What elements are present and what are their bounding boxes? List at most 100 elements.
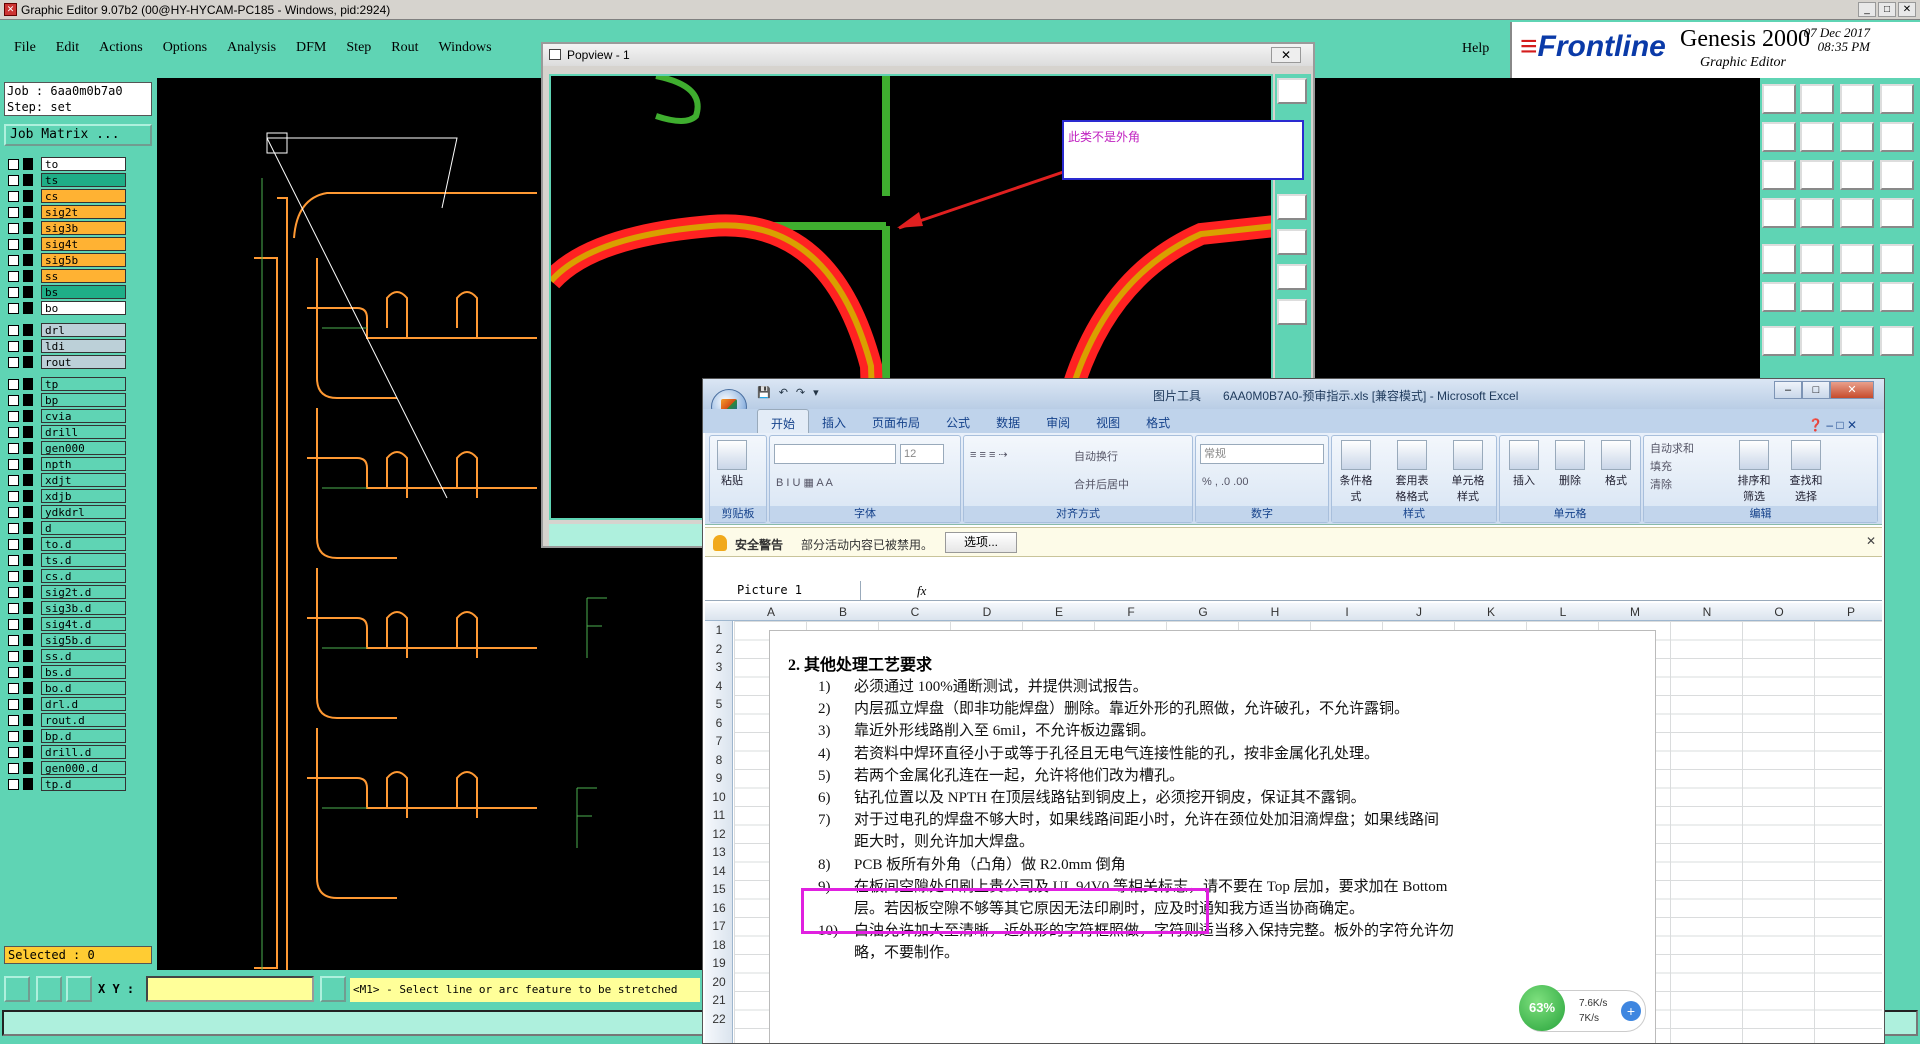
layer-checkbox[interactable]	[8, 666, 19, 678]
menu-analysis[interactable]: Analysis	[227, 40, 276, 56]
row-header[interactable]: 12	[705, 827, 733, 841]
conditional-format-button[interactable]: 条件格式	[1336, 440, 1376, 504]
row-header[interactable]: 5	[705, 697, 733, 711]
save-icon[interactable]: 💾	[757, 386, 771, 399]
layer-checkbox[interactable]	[8, 602, 19, 614]
layer-checkbox[interactable]	[8, 586, 19, 598]
xy-input[interactable]	[146, 976, 314, 1002]
security-close-icon[interactable]: ✕	[1866, 534, 1876, 548]
row-header[interactable]: 3	[705, 660, 733, 674]
row-header[interactable]: 4	[705, 679, 733, 693]
info-icon[interactable]	[320, 976, 346, 1002]
layer-row[interactable]: to.d	[4, 536, 126, 552]
tool-icon[interactable]	[1762, 198, 1796, 228]
tool-icon[interactable]	[1800, 198, 1834, 228]
column-header[interactable]: M	[1599, 605, 1671, 619]
angle-icon[interactable]	[36, 976, 62, 1002]
layer-checkbox[interactable]	[8, 506, 19, 518]
format-button[interactable]: 格式	[1596, 440, 1636, 488]
column-header[interactable]: N	[1671, 605, 1743, 619]
layer-row[interactable]: sig5b.d	[4, 632, 126, 648]
font-size-field[interactable]: 12	[900, 444, 944, 464]
excel-close-button[interactable]: ✕	[1830, 381, 1874, 399]
layer-row[interactable]: sig5b	[4, 252, 126, 268]
wrap-text-button[interactable]: 自动换行	[1074, 448, 1118, 464]
layer-row[interactable]: bs	[4, 284, 126, 300]
column-header[interactable]: G	[1167, 605, 1239, 619]
popview-tool-icon[interactable]	[1277, 299, 1307, 325]
tool-icon[interactable]	[1800, 282, 1834, 312]
tab-view[interactable]: 视图	[1083, 409, 1133, 433]
layer-checkbox[interactable]	[8, 302, 19, 314]
layer-checkbox[interactable]	[8, 474, 19, 486]
column-header[interactable]: B	[807, 605, 879, 619]
layer-checkbox[interactable]	[8, 174, 19, 186]
layer-row[interactable]: drl.d	[4, 696, 126, 712]
excel-minimize-button[interactable]: –	[1774, 381, 1802, 399]
layer-checkbox[interactable]	[8, 158, 19, 170]
tool-icon[interactable]	[1880, 84, 1914, 114]
tool-icon[interactable]	[1762, 84, 1796, 114]
layer-row[interactable]: sig2t.d	[4, 584, 126, 600]
merge-center-button[interactable]: 合并后居中	[1074, 476, 1129, 492]
tool-icon[interactable]	[1840, 84, 1874, 114]
row-header[interactable]: 13	[705, 845, 733, 859]
layer-row[interactable]: npth	[4, 456, 126, 472]
tab-review[interactable]: 审阅	[1033, 409, 1083, 433]
layer-row[interactable]: bo	[4, 300, 126, 316]
layer-checkbox[interactable]	[8, 238, 19, 250]
tool-icon[interactable]	[1840, 122, 1874, 152]
tool-icon[interactable]	[1880, 326, 1914, 356]
layer-checkbox[interactable]	[8, 554, 19, 566]
grid-icon[interactable]	[66, 976, 92, 1002]
popview-tool-icon[interactable]	[1277, 229, 1307, 255]
layer-checkbox[interactable]	[8, 618, 19, 630]
layer-row[interactable]: cs	[4, 188, 126, 204]
layer-checkbox[interactable]	[8, 682, 19, 694]
row-header[interactable]: 17	[705, 919, 733, 933]
tool-icon[interactable]	[1840, 326, 1874, 356]
layer-row[interactable]: ydkdrl	[4, 504, 126, 520]
layer-row[interactable]: drl	[4, 322, 126, 338]
tool-icon[interactable]	[1800, 160, 1834, 190]
stretch-icon[interactable]	[4, 976, 30, 1002]
tab-home[interactable]: 开始	[757, 409, 810, 433]
tool-icon[interactable]	[1762, 326, 1796, 356]
excel-maximize-button[interactable]: □	[1802, 381, 1830, 399]
layer-checkbox[interactable]	[8, 458, 19, 470]
tool-icon[interactable]	[1800, 244, 1834, 274]
column-header[interactable]: P	[1815, 605, 1884, 619]
fx-icon[interactable]: fx	[917, 583, 926, 599]
layer-checkbox[interactable]	[8, 356, 19, 368]
column-header[interactable]: J	[1383, 605, 1455, 619]
tab-format[interactable]: 格式	[1133, 409, 1183, 433]
row-header[interactable]: 14	[705, 864, 733, 878]
job-matrix-button[interactable]: Job Matrix ...	[4, 124, 152, 146]
layer-row[interactable]: bp.d	[4, 728, 126, 744]
minimize-button[interactable]: _	[1858, 2, 1876, 17]
maximize-button[interactable]: □	[1878, 2, 1896, 17]
layer-checkbox[interactable]	[8, 324, 19, 336]
layer-checkbox[interactable]	[8, 254, 19, 266]
paste-button[interactable]: 粘贴	[712, 440, 752, 488]
layer-checkbox[interactable]	[8, 746, 19, 758]
layer-checkbox[interactable]	[8, 778, 19, 790]
align-buttons[interactable]: ≡ ≡ ≡ ⇢	[970, 448, 1008, 461]
layer-row[interactable]: to	[4, 156, 126, 172]
column-header[interactable]: C	[879, 605, 951, 619]
layer-row[interactable]: rout.d	[4, 712, 126, 728]
font-name-field[interactable]	[774, 444, 896, 464]
layer-checkbox[interactable]	[8, 410, 19, 422]
row-header[interactable]: 21	[705, 993, 733, 1007]
insert-button[interactable]: 插入	[1504, 440, 1544, 488]
cell-style-button[interactable]: 单元格样式	[1448, 440, 1488, 504]
plus-icon[interactable]: +	[1621, 1001, 1641, 1021]
layer-checkbox[interactable]	[8, 222, 19, 234]
tab-data[interactable]: 数据	[983, 409, 1033, 433]
embedded-picture[interactable]: 2. 其他处理工艺要求 1) 必须通过 100%通断测试，并提供测试报告。 2) 内层…	[769, 630, 1656, 1043]
tool-icon[interactable]	[1840, 160, 1874, 190]
menu-step[interactable]: Step	[346, 40, 371, 56]
row-header[interactable]: 20	[705, 975, 733, 989]
tab-page-layout[interactable]: 页面布局	[859, 409, 933, 433]
layer-row[interactable]: ss	[4, 268, 126, 284]
